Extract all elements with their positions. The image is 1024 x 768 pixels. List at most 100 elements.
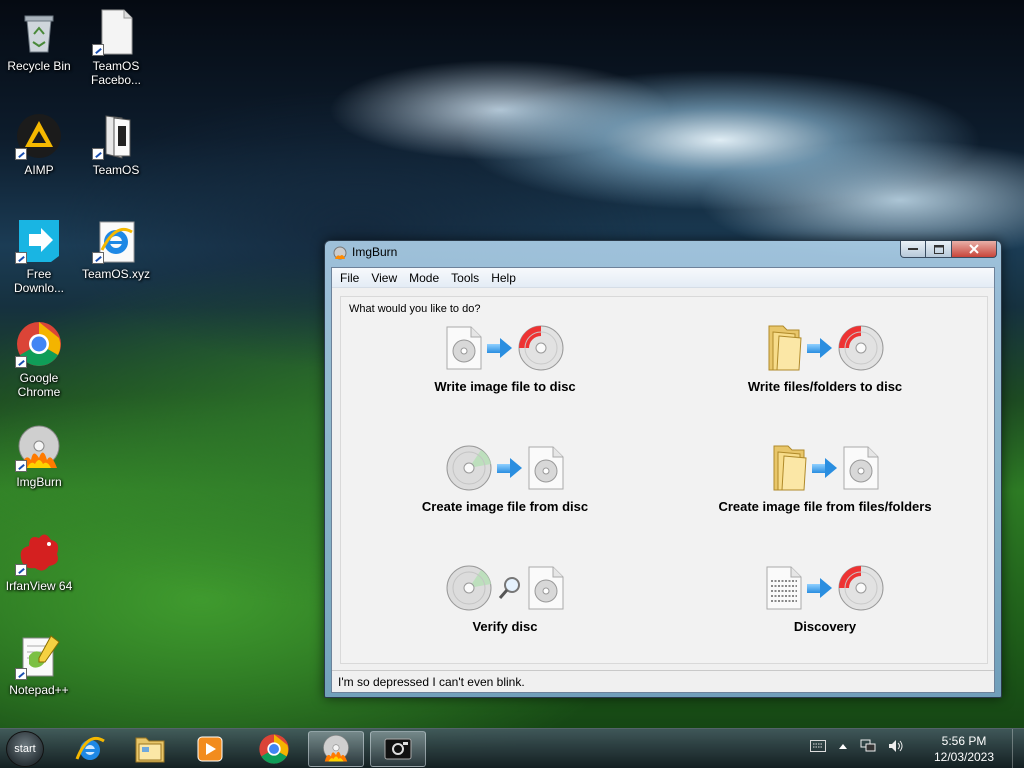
taskbar-clock[interactable]: 5:56 PM 12/03/2023 [924,733,1004,765]
start-button[interactable]: start [6,731,44,767]
chrome-icon [259,734,289,764]
mode-picker-panel: What would you like to do? Write image f… [340,296,988,664]
shortcut-arrow-icon [15,668,27,680]
taskbar-file-explorer[interactable] [122,731,178,767]
shortcut-arrow-icon [92,44,104,56]
desktop-icon-teamos[interactable]: TeamOS [78,112,154,177]
image-file-icon [528,566,564,610]
binary-data-icon [766,566,802,610]
desktop-icon-label: Free Downlo... [13,267,65,295]
mode-label: Discovery [793,619,857,634]
taskbar-imgburn[interactable] [308,731,364,767]
window-title: ImgBurn [352,245,398,259]
desktop-icon-imgburn[interactable]: ImgBurn [1,424,77,489]
network-icon[interactable] [860,739,876,753]
imgburn-icon [15,424,63,472]
desktop-icon-recycle-bin[interactable]: Recycle Bin [1,8,77,73]
menu-bar: File View Mode Tools Help [332,268,994,288]
menu-mode[interactable]: Mode [403,268,445,287]
show-desktop-button[interactable] [1012,729,1024,768]
mode-label: Verify disc [472,619,538,634]
desktop-icon-label: TeamOS Facebo... [90,59,142,87]
taskbar-internet-explorer[interactable] [62,731,118,767]
mode-icons [765,321,885,375]
mode-write-image-to-disc[interactable]: Write image file to disc [375,321,635,411]
taskbar-screen-recorder[interactable] [370,731,426,767]
menu-view[interactable]: View [365,268,403,287]
taskbar-media-player[interactable] [182,731,238,767]
image-file-icon [528,446,564,490]
status-bar: I'm so depressed I can't even blink. [332,670,994,692]
image-file-icon [843,446,879,490]
mode-icons [445,441,565,495]
document-icon [92,8,140,56]
desktop-icon-label: Google Chrome [17,371,61,399]
desktop-icon-label: TeamOS.xyz [81,267,150,281]
maximize-icon [933,244,944,254]
internet-explorer-icon [92,216,140,264]
screen-recorder-icon [384,738,412,760]
desktop-icon-teamos-facebook[interactable]: TeamOS Facebo... [78,8,154,87]
mode-verify-disc[interactable]: Verify disc [375,561,635,651]
teamos-icon [92,112,140,160]
clock-date: 12/03/2023 [933,750,995,764]
desktop-icon-label: Notepad++ [9,683,69,697]
chrome-icon [15,320,63,368]
shortcut-arrow-icon [15,460,27,472]
disc-icon [446,565,492,611]
desktop-icon-notepad-plus-plus[interactable]: Notepad++ [1,632,77,697]
taskbar: start 5:56 PM 12/03/2023 [0,728,1024,768]
minimize-button[interactable] [900,241,926,258]
mode-create-image-from-disc[interactable]: Create image file from disc [375,441,635,531]
mode-icons [445,321,565,375]
arrow-right-icon [487,338,513,358]
burning-disc-icon [518,325,564,371]
mode-icons [770,441,880,495]
mode-create-image-from-files[interactable]: Create image file from files/folders [695,441,955,531]
burning-disc-icon [838,325,884,371]
minimize-icon [908,248,918,250]
show-hidden-icons-icon[interactable] [838,742,848,750]
mode-label: Create image file from disc [421,499,589,514]
shortcut-arrow-icon [15,356,27,368]
irfanview-icon [15,528,63,576]
mode-icons [445,561,565,615]
mode-label: Write files/folders to disc [747,379,903,394]
mode-discovery[interactable]: Discovery [695,561,955,651]
close-button[interactable] [952,241,997,258]
volume-icon[interactable] [888,739,904,753]
aimp-icon [15,112,63,160]
desktop-icon-free-download[interactable]: Free Downlo... [1,216,77,295]
desktop-icon-aimp[interactable]: AIMP [1,112,77,177]
keyboard-icon[interactable] [810,740,826,752]
folder-icon [135,737,165,763]
window-titlebar[interactable]: ImgBurn [325,241,1001,265]
desktop-icon-teamos-xyz[interactable]: TeamOS.xyz [78,216,154,281]
maximize-button[interactable] [926,241,952,258]
desktop-icon-irfanview[interactable]: IrfanView 64 [1,528,77,593]
folder-icon [773,445,807,491]
shortcut-arrow-icon [15,148,27,160]
menu-tools[interactable]: Tools [445,268,485,287]
window-client-area: File View Mode Tools Help What would you… [331,267,995,693]
mode-label: Create image file from files/folders [718,499,932,514]
recycle-bin-icon [15,8,63,56]
desktop-icon-label: AIMP [24,163,54,177]
image-file-icon [446,326,482,370]
taskbar-google-chrome[interactable] [246,731,302,767]
mode-label: Write image file to disc [434,379,576,394]
menu-file[interactable]: File [334,268,365,287]
mode-icons [765,561,885,615]
desktop-icon-label: TeamOS [92,163,140,177]
desktop-icon-google-chrome[interactable]: Google Chrome [1,320,77,399]
window-controls [900,241,997,258]
internet-explorer-icon [75,736,105,760]
shortcut-arrow-icon [92,252,104,264]
mode-write-files-to-disc[interactable]: Write files/folders to disc [695,321,955,411]
notepad-plus-plus-icon [15,632,63,680]
desktop-icon-label: IrfanView 64 [5,579,73,593]
shortcut-arrow-icon [92,148,104,160]
menu-help[interactable]: Help [485,268,522,287]
media-player-icon [197,736,223,762]
desktop-icon-label: ImgBurn [16,475,62,489]
